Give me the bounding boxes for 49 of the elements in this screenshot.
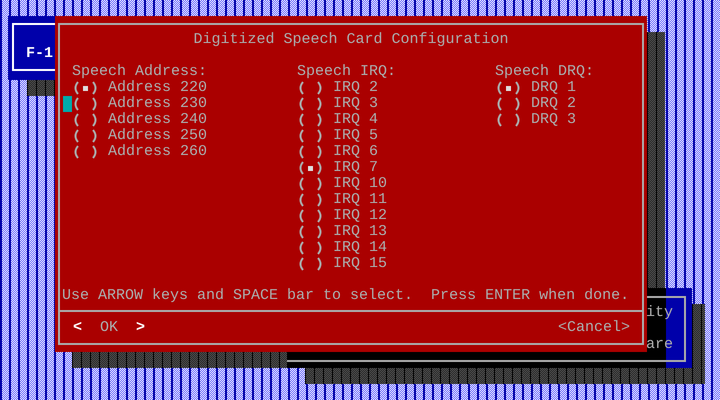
option-label[interactable]: Address 250 [108, 128, 208, 144]
option-label[interactable]: IRQ 14 [333, 240, 388, 256]
radio-button[interactable] [297, 193, 324, 207]
radio-button[interactable] [297, 161, 324, 175]
option-label[interactable]: IRQ 15 [333, 256, 388, 272]
radio-button[interactable] [297, 177, 324, 191]
option-label[interactable]: IRQ 3 [333, 96, 378, 112]
option-label[interactable]: IRQ 6 [333, 144, 378, 160]
window-label: F-1 [26, 46, 54, 62]
radio-button[interactable] [495, 81, 522, 95]
option-label[interactable]: Address 220 [108, 80, 208, 96]
option-label[interactable]: DRQ 1 [531, 80, 576, 96]
radio-button[interactable] [72, 113, 99, 127]
radio-button[interactable] [297, 209, 324, 223]
option-label[interactable]: Address 230 [108, 96, 208, 112]
radio-button[interactable] [297, 129, 324, 143]
radio-button[interactable] [495, 97, 522, 111]
option-label[interactable]: IRQ 2 [333, 80, 378, 96]
option-label[interactable]: IRQ 7 [333, 160, 378, 176]
radio-button[interactable] [297, 81, 324, 95]
option-label[interactable]: IRQ 4 [333, 112, 378, 128]
radio-button[interactable] [297, 113, 324, 127]
option-label[interactable]: IRQ 13 [333, 224, 388, 240]
radio-button[interactable] [297, 241, 324, 255]
radio-button[interactable] [297, 257, 324, 271]
ok-button[interactable]: < OK > [73, 320, 146, 336]
dialog-title: Digitized Speech Card Configuration [193, 31, 509, 48]
option-label[interactable]: Address 240 [108, 112, 208, 128]
radio-button[interactable] [297, 145, 324, 159]
group-label: Speech Address: [71, 64, 208, 80]
radio-button[interactable] [72, 145, 99, 159]
radio-button[interactable] [297, 225, 324, 239]
radio-button[interactable] [495, 113, 522, 127]
option-label[interactable]: DRQ 3 [531, 112, 576, 128]
radio-button[interactable] [297, 97, 324, 111]
option-label[interactable]: IRQ 5 [333, 128, 378, 144]
group-label: Speech DRQ: [494, 64, 596, 80]
option-label[interactable]: IRQ 10 [333, 176, 388, 192]
cancel-button[interactable]: <Cancel> [558, 320, 630, 336]
group-label: Speech IRQ: [296, 64, 398, 80]
drop-shadow [27, 80, 55, 96]
option-label[interactable]: IRQ 12 [333, 208, 388, 224]
instruction-text: Use ARROW keys and SPACE bar to select. Press ENTER when done. [61, 288, 630, 304]
radio-button[interactable] [72, 81, 99, 95]
option-label[interactable]: Address 260 [108, 144, 208, 160]
option-label[interactable]: IRQ 11 [333, 192, 388, 208]
option-label[interactable]: DRQ 2 [531, 96, 576, 112]
radio-button[interactable] [72, 97, 99, 111]
radio-button[interactable] [72, 129, 99, 143]
